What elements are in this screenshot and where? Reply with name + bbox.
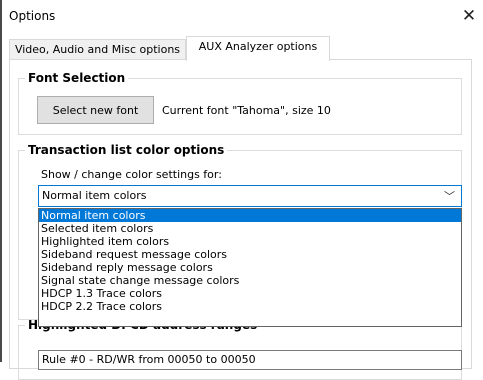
close-icon[interactable]: ✕ [459,7,479,27]
color-settings-dropdown-list: Normal item colors Selected item colors … [38,208,462,327]
dropdown-option-hdcp-13-trace-colors[interactable]: HDCP 1.3 Trace colors [39,287,461,300]
dropdown-option-highlighted-item-colors[interactable]: Highlighted item colors [39,235,461,248]
dropdown-option-hdcp-22-trace-colors[interactable]: HDCP 2.2 Trace colors [39,300,461,313]
color-options-legend: Transaction list color options [28,143,225,157]
combobox-value: Normal item colors [42,189,147,202]
dropdown-option-signal-state-change-colors[interactable]: Signal state change message colors [39,274,461,287]
color-settings-combobox[interactable]: Normal item colors ﹀ [38,185,462,207]
chevron-down-icon[interactable]: ﹀ [444,188,455,204]
window-title: Options [9,9,56,23]
dpcd-ranges-group: Highlighted DPCD address ranges [18,318,462,380]
font-selection-legend: Font Selection [28,71,126,85]
color-settings-label: Show / change color settings for: [41,168,222,181]
dpcd-rules-list[interactable]: Rule #0 - RD/WR from 00050 to 00050 [38,350,462,370]
tab-video-audio-misc[interactable]: Video, Audio and Misc options [9,39,186,60]
tab-aux-analyzer[interactable]: AUX Analyzer options [186,36,330,61]
select-new-font-button[interactable]: Select new font [37,96,154,124]
dpcd-rule-item[interactable]: Rule #0 - RD/WR from 00050 to 00050 [42,353,256,366]
dropdown-option-sideband-reply-colors[interactable]: Sideband reply message colors [39,261,461,274]
tab-bar: Video, Audio and Misc options AUX Analyz… [9,36,479,61]
left-window-edge [0,0,2,362]
current-font-label: Current font "Tahoma", size 10 [162,104,331,117]
dropdown-option-sideband-request-colors[interactable]: Sideband request message colors [39,248,461,261]
dropdown-option-selected-item-colors[interactable]: Selected item colors [39,222,461,235]
dropdown-option-normal-item-colors[interactable]: Normal item colors [39,209,461,222]
